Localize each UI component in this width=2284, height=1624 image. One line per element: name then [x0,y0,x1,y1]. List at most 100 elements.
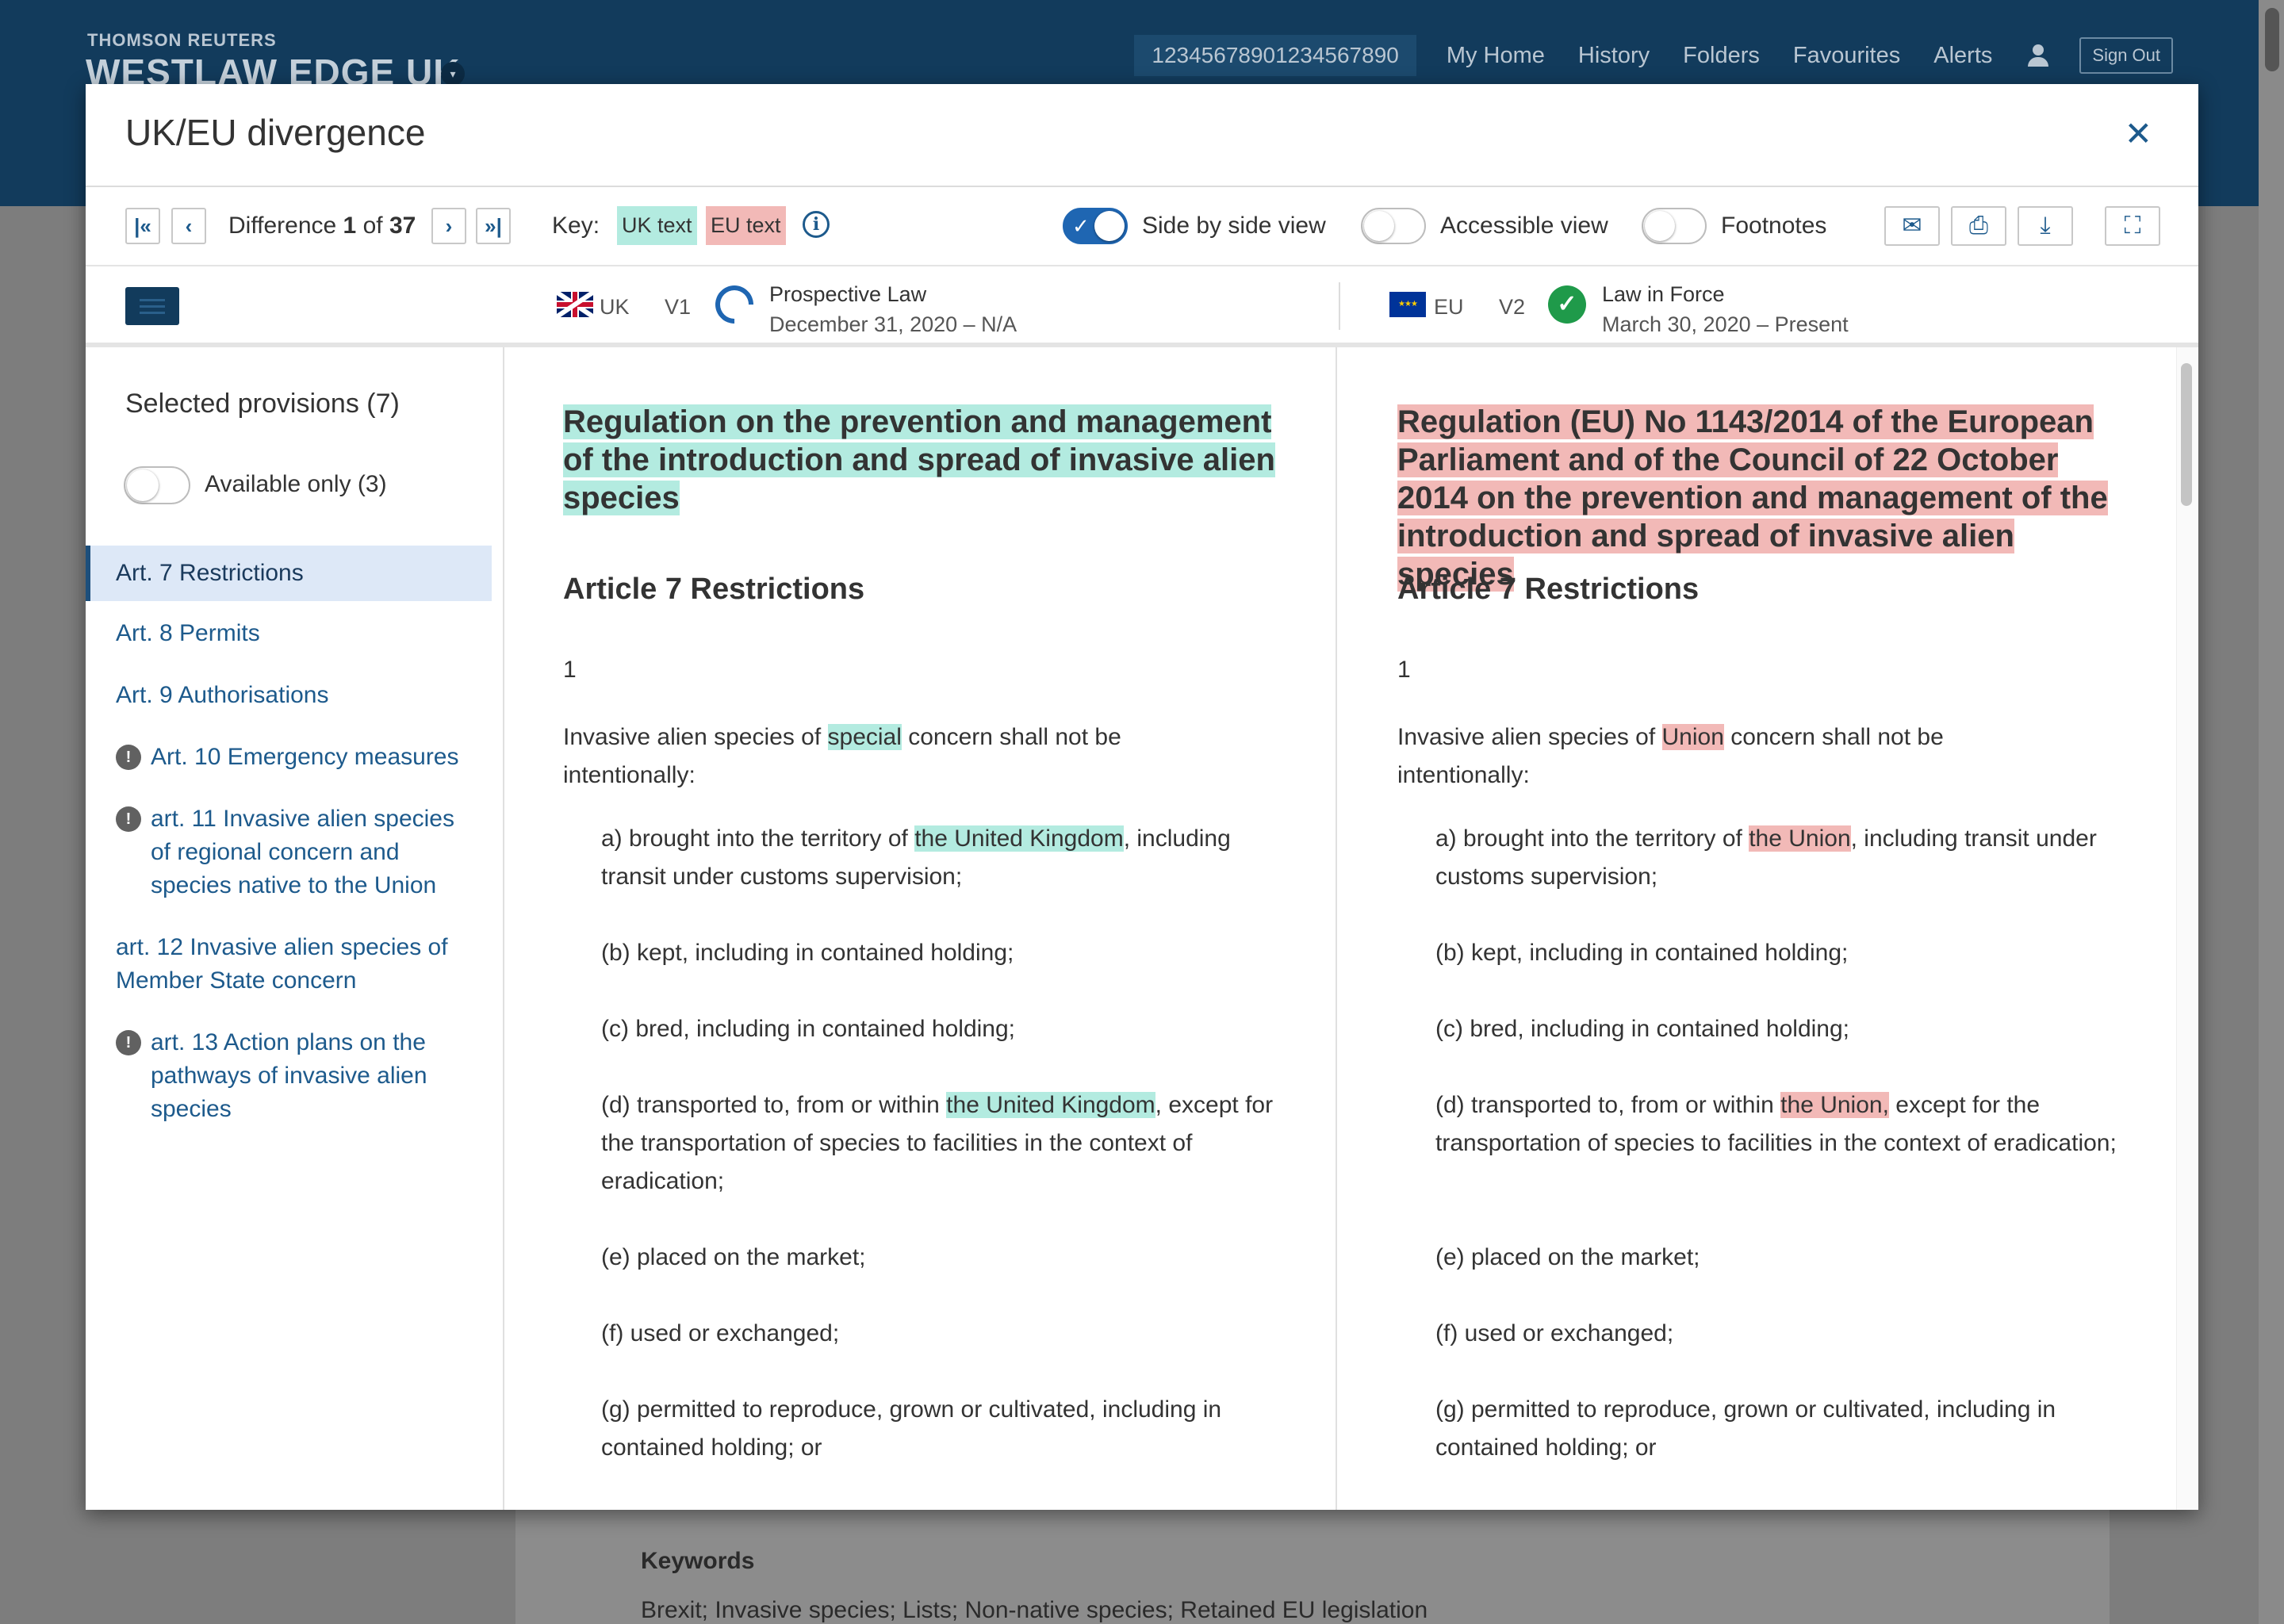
uk-highlight: special [827,724,902,750]
sign-out-button[interactable]: Sign Out [2079,37,2173,74]
eu-intro-pre: Invasive alien species of [1397,724,1662,750]
eu-text-pane[interactable]: Regulation (EU) No 1143/2014 of the Euro… [1339,347,2198,1510]
pane-scrollbar[interactable] [2176,347,2198,1510]
provision-label: Art. 10 Emergency measures [151,744,459,770]
provision-art-13[interactable]: ! art. 13 Action plans on the pathways of… [86,1020,492,1132]
provision-label: Art. 8 Permits [116,620,260,646]
user-icon[interactable] [2025,43,2051,68]
toggle-knob [1645,211,1675,241]
eu-item-e: (e) placed on the market; [1435,1244,1700,1270]
uk-title-text: Regulation on the prevention and managem… [563,404,1275,515]
difference-total: 37 [389,213,416,239]
side-by-side-label: Side by side view [1142,213,1326,239]
prospective-law-icon [707,278,761,331]
difference-of: of [362,213,383,239]
divider [1339,282,1340,330]
difference-counter: Difference 1 of 37 [228,213,416,239]
brand-company: THOMSON REUTERS [87,30,277,50]
uk-status: Prospective Law [769,282,927,306]
info-icon[interactable]: i [803,211,830,238]
eu-dates: March 30, 2020 – Present [1602,312,1849,336]
close-icon[interactable]: ✕ [2125,117,2152,151]
uk-paragraph-number: 1 [563,657,577,683]
warning-icon: ! [116,806,141,832]
nav-folders[interactable]: Folders [1683,43,1760,69]
eu-item-d: (d) transported to, from or within the U… [1435,1086,2117,1162]
page-scrollbar[interactable] [2259,0,2284,1624]
difference-label: Difference [228,213,337,239]
eu-title-text: Regulation (EU) No 1143/2014 of the Euro… [1397,404,2108,592]
uk-version: V1 [665,295,692,319]
eu-intro-paragraph: Invasive alien species of Union concern … [1397,718,2008,795]
uk-a-pre: a) brought into the territory of [601,825,915,852]
provision-art-12[interactable]: art. 12 Invasive alien species of Member… [86,925,492,1004]
nav-alerts[interactable]: Alerts [1933,43,1992,69]
eu-d-pre: (d) transported to, from or within [1435,1092,1781,1118]
accessible-view-toggle[interactable] [1361,208,1426,244]
uk-jurisdiction: UK [600,295,630,319]
keywords-heading: Keywords [641,1548,755,1574]
uk-document-title: Regulation on the prevention and managem… [563,401,1301,519]
last-icon[interactable]: »| [476,208,511,244]
accessible-view-label: Accessible view [1440,213,1608,239]
divergence-modal: UK/EU divergence ✕ |« ‹ Difference 1 of … [86,84,2198,1510]
toggle-knob [1364,211,1394,241]
download-icon[interactable]: ⤓ [2018,206,2073,246]
fullscreen-icon[interactable]: ⛶ [2105,206,2160,246]
nav-favourites[interactable]: Favourites [1793,43,1900,69]
eu-flag-icon: ★★★ [1389,292,1426,317]
footnotes-label: Footnotes [1721,213,1827,239]
eu-highlight: the Union, [1780,1092,1889,1118]
print-icon[interactable]: ⎙ [1951,206,2006,246]
uk-highlight: the United Kingdom [914,825,1124,852]
eu-highlight: the Union [1749,825,1851,852]
provision-art-9[interactable]: Art. 9 Authorisations [86,672,492,718]
provision-art-8[interactable]: Art. 8 Permits [86,611,492,657]
chevron-down-icon[interactable]: ▾ [441,62,465,86]
eu-document-title: Regulation (EU) No 1143/2014 of the Euro… [1397,401,2135,595]
provision-art-10[interactable]: ! Art. 10 Emergency measures [86,734,492,780]
nav-history[interactable]: History [1578,43,1650,69]
next-icon[interactable]: › [431,208,466,244]
eu-a-pre: a) brought into the territory of [1435,825,1749,852]
uk-intro-pre: Invasive alien species of [563,724,828,750]
law-in-force-icon: ✓ [1548,285,1586,324]
warning-icon: ! [116,745,141,770]
eu-item-c: (c) bred, including in contained holding… [1435,1016,1849,1042]
provisions-list: Art. 7 Restrictions Art. 8 Permits Art. … [86,546,492,1148]
uk-item-e: (e) placed on the market; [601,1244,866,1270]
prev-icon[interactable]: ‹ [171,208,206,244]
eu-jurisdiction: EU [1434,295,1464,319]
eu-item-f: (f) used or exchanged; [1435,1320,1674,1346]
pane-scrollbar-thumb[interactable] [2181,363,2192,506]
uk-item-d: (d) transported to, from or within the U… [601,1086,1283,1201]
toggle-knob [1094,211,1125,241]
modal-title: UK/EU divergence [125,112,426,153]
email-icon[interactable]: ✉ [1884,206,1940,246]
uk-dates: December 31, 2020 – N/A [769,312,1017,336]
provision-art-11[interactable]: ! art. 11 Invasive alien species of regio… [86,796,492,909]
provision-label: Art. 9 Authorisations [116,682,329,708]
key-eu-badge: EU text [706,206,786,245]
uk-article-heading: Article 7 Restrictions [563,573,865,606]
uk-item-f: (f) used or exchanged; [601,1320,840,1346]
page-scrollbar-thumb[interactable] [2265,8,2279,71]
footnotes-toggle[interactable] [1642,208,1707,244]
first-icon[interactable]: |« [125,208,160,244]
key-label: Key: [552,213,600,239]
eu-item-a: a) brought into the territory of the Uni… [1435,820,2117,896]
toggle-knob [127,469,159,501]
menu-icon[interactable] [125,287,179,325]
warning-icon: ! [116,1030,141,1055]
side-by-side-toggle[interactable]: ✓ [1063,208,1128,244]
available-only-label: Available only (3) [205,471,387,497]
provision-label: art. 12 Invasive alien species of Member… [116,934,448,994]
key-uk-badge: UK text [617,206,697,245]
available-only-toggle[interactable] [124,466,190,504]
check-icon: ✓ [1072,214,1090,238]
uk-text-pane[interactable]: Regulation on the prevention and managem… [506,347,1337,1510]
eu-item-b: (b) kept, including in contained holding… [1435,940,1849,966]
client-id[interactable]: 12345678901234567890 [1134,35,1416,76]
provision-art-7[interactable]: Art. 7 Restrictions [86,546,492,601]
nav-my-home[interactable]: My Home [1447,43,1545,69]
